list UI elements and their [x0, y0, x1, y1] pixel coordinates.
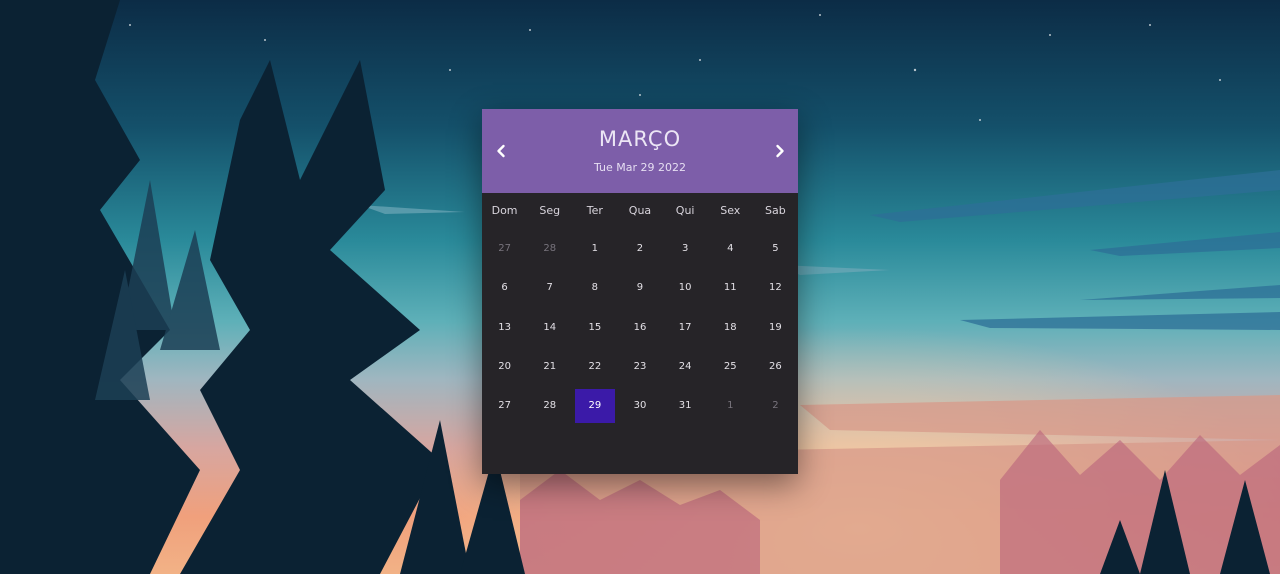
weekday-label: Sex	[720, 203, 741, 217]
day-cell[interactable]: 1	[708, 386, 753, 425]
day-cell[interactable]: 19	[753, 308, 798, 347]
weekday-label: Dom	[491, 203, 518, 217]
day-cell[interactable]: 7	[527, 268, 572, 307]
chevron-right-icon	[776, 144, 784, 158]
day-cell[interactable]: 13	[482, 308, 527, 347]
day-cell[interactable]: 31	[663, 386, 708, 425]
current-date: Tue Mar 29 2022	[593, 161, 687, 174]
next-month-button[interactable]	[768, 139, 792, 163]
day-cell[interactable]: 3	[663, 229, 708, 268]
day-cell[interactable]: 15	[572, 308, 617, 347]
day-cell[interactable]: 21	[527, 347, 572, 386]
weekday-label: Sab	[765, 203, 786, 217]
day-cell[interactable]: 9	[617, 268, 662, 307]
day-cell[interactable]: 23	[617, 347, 662, 386]
weekday-label: Seg	[539, 203, 561, 217]
day-cell[interactable]: 26	[753, 347, 798, 386]
day-cell[interactable]: 16	[617, 308, 662, 347]
day-cell[interactable]: 27	[482, 386, 527, 425]
today-label: 29	[574, 388, 615, 423]
day-grid: 27 28 1 2 3 4 5 6 7 8 9 10 11 12 13 14 1…	[482, 229, 798, 425]
day-cell[interactable]: 25	[708, 347, 753, 386]
calendar-widget: MARÇO Tue Mar 29 2022 Dom Seg Ter Qua Qu…	[482, 109, 798, 474]
day-cell[interactable]: 2	[617, 229, 662, 268]
day-cell[interactable]: 6	[482, 268, 527, 307]
day-cell[interactable]: 2	[753, 386, 798, 425]
day-cell[interactable]: 17	[663, 308, 708, 347]
day-cell[interactable]: 24	[663, 347, 708, 386]
day-cell[interactable]: 5	[753, 229, 798, 268]
day-cell-today[interactable]: 29	[572, 386, 617, 425]
day-cell[interactable]: 28	[527, 386, 572, 425]
day-cell[interactable]: 14	[527, 308, 572, 347]
month-title: MARÇO	[598, 127, 682, 151]
day-cell[interactable]: 12	[753, 268, 798, 307]
day-cell[interactable]: 18	[708, 308, 753, 347]
weekday-label: Qua	[628, 203, 652, 217]
weekday-label: Ter	[586, 203, 603, 217]
day-cell[interactable]: 30	[617, 386, 662, 425]
day-cell[interactable]: 20	[482, 347, 527, 386]
day-cell[interactable]: 8	[572, 268, 617, 307]
calendar-header: MARÇO Tue Mar 29 2022	[482, 109, 798, 193]
day-cell[interactable]: 22	[572, 347, 617, 386]
day-cell[interactable]: 27	[482, 229, 527, 268]
weekday-label: Qui	[675, 203, 695, 217]
weekday-header-row: Dom Seg Ter Qua Qui Sex Sab	[482, 193, 798, 227]
day-cell[interactable]: 11	[708, 268, 753, 307]
day-cell[interactable]: 28	[527, 229, 572, 268]
day-cell[interactable]: 10	[663, 268, 708, 307]
day-cell[interactable]: 1	[572, 229, 617, 268]
day-cell[interactable]: 4	[708, 229, 753, 268]
